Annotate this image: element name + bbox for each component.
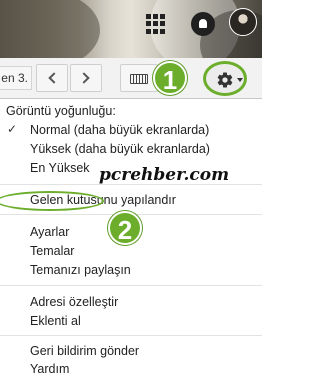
apps-grid-icon[interactable] bbox=[146, 14, 166, 34]
caret-down-icon bbox=[237, 78, 243, 82]
menu-item-send-feedback[interactable]: Geri bildirim gönder bbox=[30, 344, 139, 358]
chevron-right-icon bbox=[78, 72, 90, 84]
menu-item-density-normal[interactable]: Normal (daha büyük ekranlarda) bbox=[30, 123, 209, 137]
menu-item-get-addons[interactable]: Eklenti al bbox=[30, 314, 81, 328]
menu-item-settings[interactable]: Ayarlar bbox=[30, 225, 69, 239]
settings-highlight-oval bbox=[0, 191, 104, 211]
notifications-icon[interactable] bbox=[191, 12, 215, 36]
menu-item-themes[interactable]: Temalar bbox=[30, 244, 74, 258]
divider bbox=[0, 335, 262, 336]
page-count: en 3. bbox=[0, 66, 32, 90]
density-heading: Görüntü yoğunluğu: bbox=[6, 104, 116, 118]
chevron-left-icon bbox=[48, 72, 60, 84]
menu-item-customize-address[interactable]: Adresi özelleştir bbox=[30, 295, 118, 309]
watermark: pcrehber.com bbox=[99, 165, 230, 185]
settings-button[interactable] bbox=[203, 61, 247, 96]
menu-item-density-highest[interactable]: En Yüksek bbox=[30, 161, 90, 175]
step-marker-1: 1 bbox=[153, 61, 187, 95]
next-page-button[interactable] bbox=[70, 64, 102, 92]
divider bbox=[0, 184, 262, 185]
menu-item-share-themes[interactable]: Temanızı paylaşın bbox=[30, 263, 131, 277]
menu-item-help[interactable]: Yardım bbox=[30, 362, 69, 376]
step-marker-2: 2 bbox=[108, 211, 142, 245]
avatar[interactable] bbox=[229, 8, 257, 36]
divider bbox=[0, 285, 262, 286]
keyboard-icon bbox=[130, 74, 148, 84]
previous-page-button[interactable] bbox=[36, 64, 68, 92]
menu-item-density-high[interactable]: Yüksek (daha büyük ekranlarda) bbox=[30, 142, 210, 156]
gear-icon bbox=[217, 72, 233, 88]
settings-menu: Görüntü yoğunluğu: ✓ Normal (daha büyük … bbox=[0, 98, 262, 381]
check-icon: ✓ bbox=[7, 122, 18, 136]
header-background bbox=[0, 0, 262, 58]
